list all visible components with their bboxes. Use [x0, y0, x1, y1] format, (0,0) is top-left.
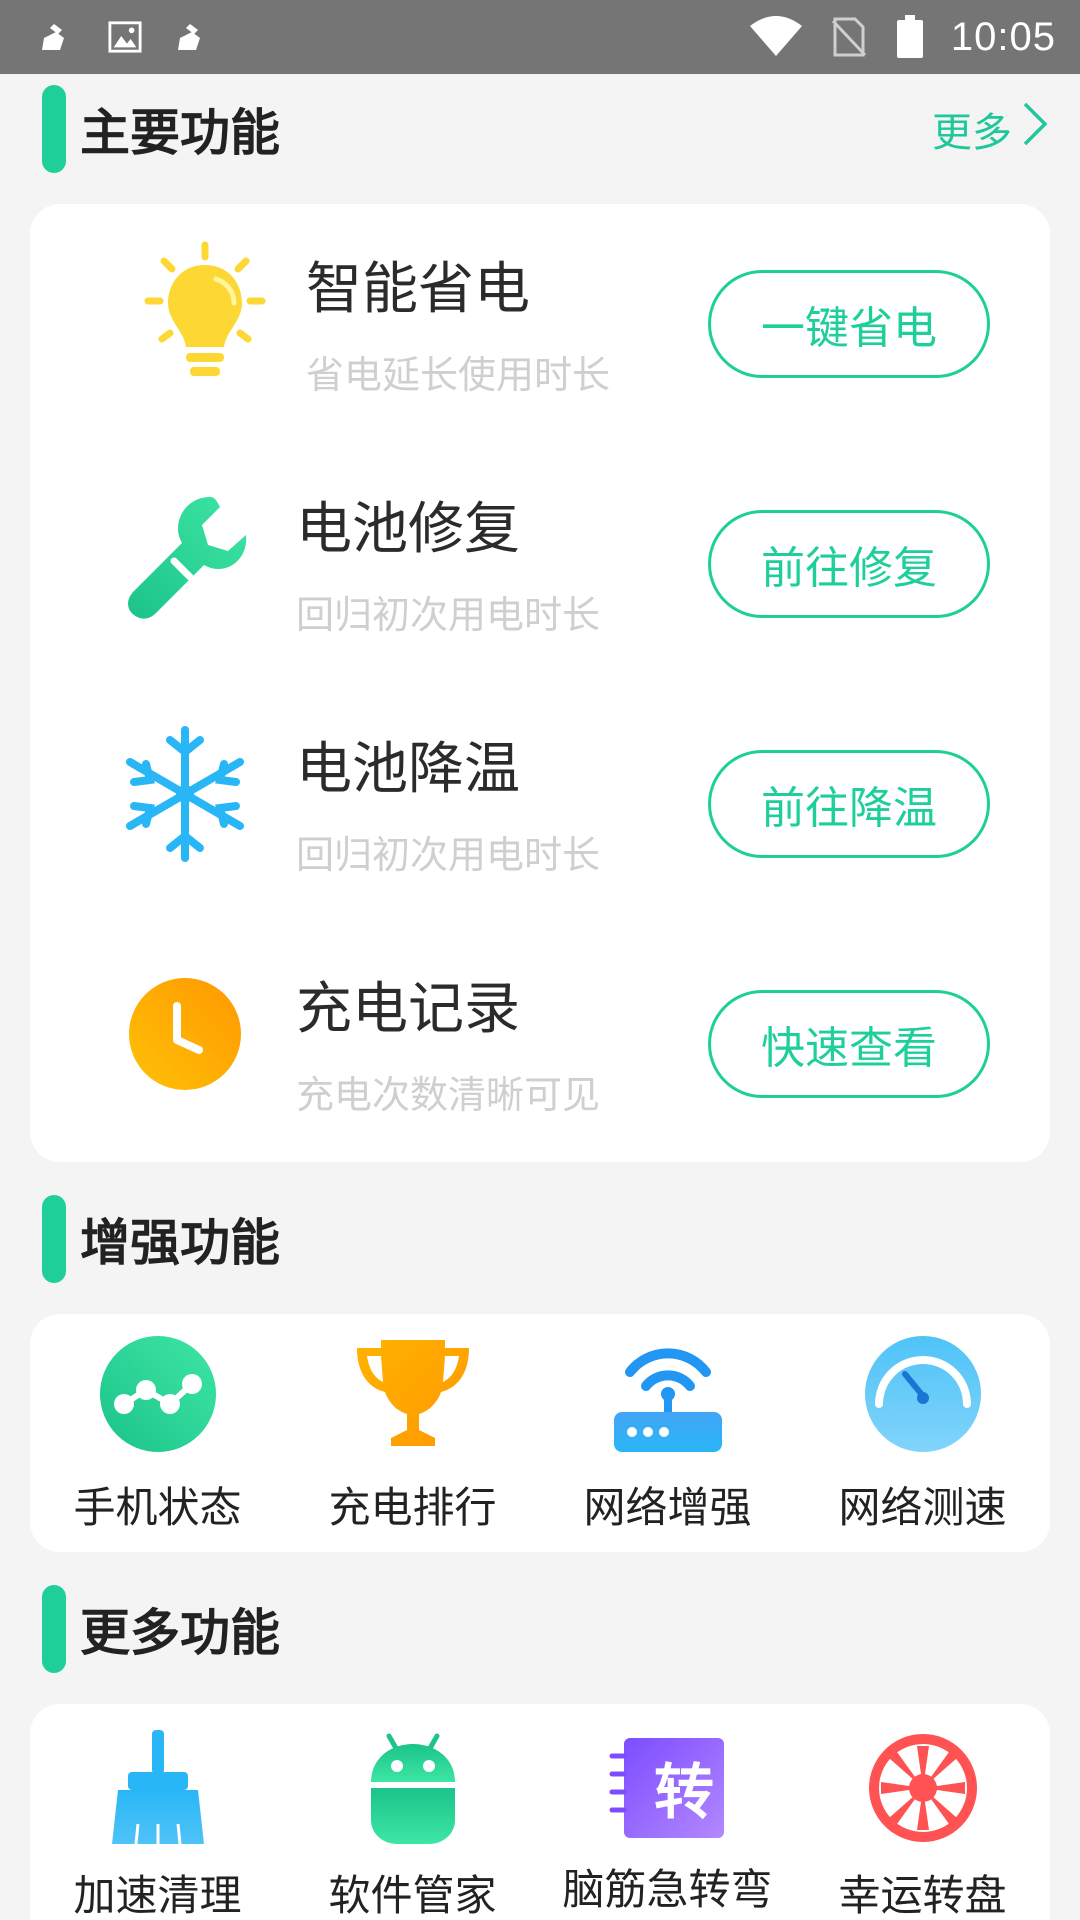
quick-view-button[interactable]: 快速查看 [708, 990, 990, 1098]
router-icon [606, 1332, 730, 1456]
feature-title: 智能省电 [306, 257, 530, 322]
grid-label: 幸运转盘 [838, 1871, 1007, 1920]
go-repair-button[interactable]: 前往修复 [708, 510, 990, 618]
enhanced-section-title: 增强功能 [80, 1214, 280, 1272]
feature-row-smart-save: 智能省电 省电延长使用时长 一键省电 [30, 204, 1050, 404]
speedometer-icon [861, 1332, 985, 1456]
network-nodes-icon [96, 1332, 220, 1456]
feature-subtitle: 充电次数清晰可见 [296, 1073, 601, 1117]
grid-item-speed-clean[interactable]: 加速清理 [30, 1704, 285, 1920]
section-accent-bar [42, 1195, 66, 1283]
zhuan-icon: 转 [606, 1726, 730, 1850]
enhanced-features-card: 手机状态 充电排行 网络增强 网络测速 [30, 1314, 1050, 1552]
grid-item-speed-test[interactable]: 网络测速 [795, 1314, 1050, 1552]
go-cool-button[interactable]: 前往降温 [708, 750, 990, 858]
more-features-card: 加速清理 软件管家 转 脑筋急转弯 幸运转盘 [30, 1704, 1050, 1920]
more-section-header: 更多功能 [0, 1584, 1080, 1674]
main-section-title: 主要功能 [80, 104, 280, 162]
more-section-title: 更多功能 [80, 1604, 280, 1662]
one-click-save-button[interactable]: 一键省电 [708, 270, 990, 378]
feature-subtitle: 省电延长使用时长 [306, 353, 611, 397]
wrench-icon [120, 484, 250, 624]
feature-subtitle: 回归初次用电时长 [296, 833, 601, 877]
grid-label: 充电排行 [328, 1483, 497, 1532]
more-label: 更多 [932, 110, 1012, 156]
broom-icon [96, 1726, 220, 1850]
status-system: 10:05 [749, 15, 1056, 60]
feature-row-battery-cool: 电池降温 回归初次用电时长 前往降温 [30, 684, 1050, 884]
wifi-icon [749, 16, 803, 56]
enhanced-section-header: 增强功能 [0, 1194, 1080, 1284]
grid-item-brain-teaser[interactable]: 转 脑筋急转弯 [540, 1704, 795, 1920]
battery-icon [895, 15, 925, 58]
feature-title: 充电记录 [296, 977, 520, 1042]
broom-icon [40, 20, 74, 54]
grid-item-lucky-wheel[interactable]: 幸运转盘 [795, 1704, 1050, 1920]
grid-label: 手机状态 [73, 1483, 242, 1532]
feature-row-battery-repair: 电池修复 回归初次用电时长 前往修复 [30, 444, 1050, 644]
main-section-header: 主要功能 更多 [0, 84, 1080, 174]
section-accent-bar [42, 85, 66, 173]
grid-item-phone-status[interactable]: 手机状态 [30, 1314, 285, 1552]
more-grid: 加速清理 软件管家 转 脑筋急转弯 幸运转盘 [30, 1704, 1050, 1920]
enhanced-grid: 手机状态 充电排行 网络增强 网络测速 [30, 1314, 1050, 1552]
lucky-wheel-icon [861, 1726, 985, 1850]
grid-label: 脑筋急转弯 [562, 1865, 773, 1914]
grid-item-software-manager[interactable]: 软件管家 [285, 1704, 540, 1920]
status-notifications [40, 20, 210, 54]
section-accent-bar [42, 1585, 66, 1673]
grid-label: 网络增强 [583, 1483, 752, 1532]
android-icon [351, 1726, 475, 1850]
chevron-right-icon [1022, 101, 1048, 157]
grid-item-charge-rank[interactable]: 充电排行 [285, 1314, 540, 1552]
main-features-card: 智能省电 省电延长使用时长 一键省电 电池修复 回归初次用电时长 前往修复 电池… [30, 204, 1050, 1162]
image-icon [108, 20, 142, 54]
lightbulb-icon [140, 241, 270, 384]
feature-subtitle: 回归初次用电时长 [296, 593, 601, 637]
broom-icon [176, 20, 210, 54]
clock-icon [120, 964, 250, 1104]
status-time: 10:05 [950, 14, 1056, 59]
grid-label: 网络测速 [838, 1483, 1007, 1532]
no-sim-icon [829, 17, 869, 57]
trophy-icon [351, 1332, 475, 1456]
status-bar: 10:05 [0, 0, 1080, 74]
snowflake-icon [120, 724, 250, 864]
grid-label: 加速清理 [73, 1871, 242, 1920]
grid-item-network-boost[interactable]: 网络增强 [540, 1314, 795, 1552]
zhuan-icon-text: 转 [654, 1758, 714, 1828]
feature-row-charge-record: 充电记录 充电次数清晰可见 快速查看 [30, 924, 1050, 1124]
more-link[interactable]: 更多 [932, 100, 1048, 158]
feature-title: 电池降温 [296, 737, 520, 802]
feature-title: 电池修复 [296, 497, 520, 562]
grid-label: 软件管家 [328, 1871, 497, 1920]
